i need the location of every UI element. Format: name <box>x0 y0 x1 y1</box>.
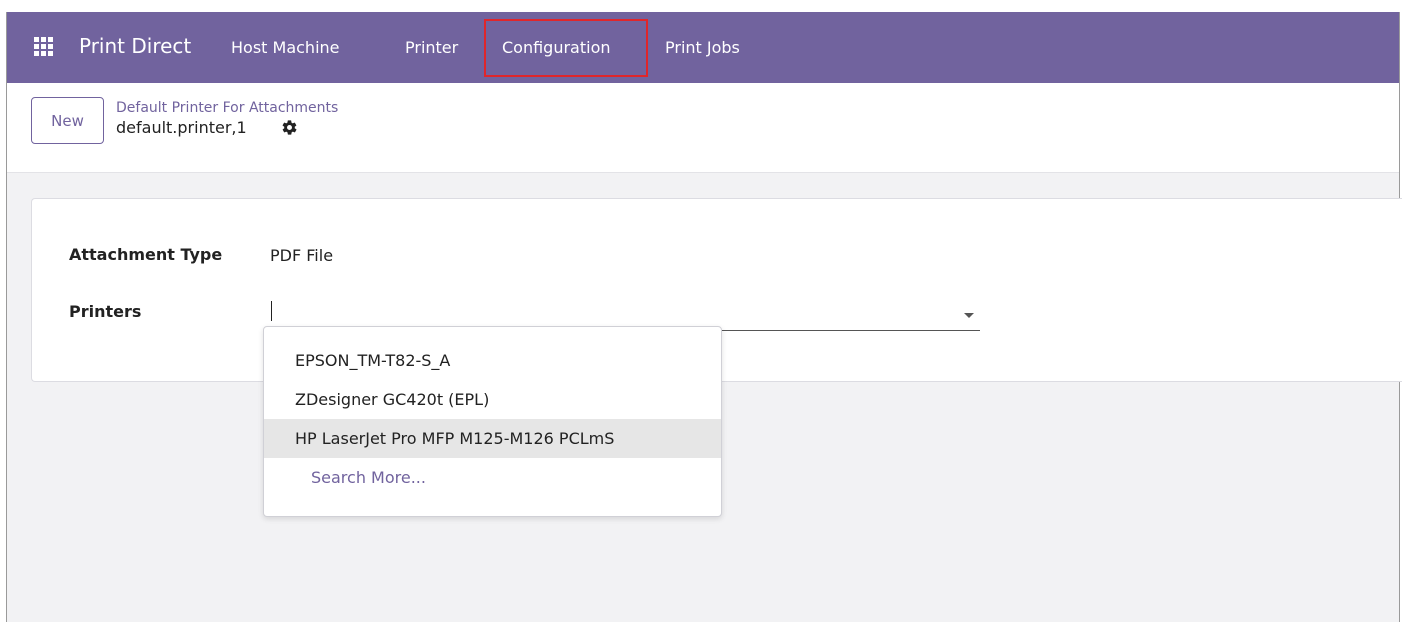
printers-label: Printers <box>69 302 142 321</box>
menu-host-machine[interactable]: Host Machine <box>231 38 340 57</box>
control-panel: New Default Printer For Attachments defa… <box>7 83 1399 173</box>
printers-autocomplete-dropdown: EPSON_TM-T82-S_A ZDesigner GC420t (EPL) … <box>263 326 722 517</box>
top-navbar: Print Direct Host Machine Printer Config… <box>7 12 1399 83</box>
new-button[interactable]: New <box>31 97 104 144</box>
dropdown-toggle-icon[interactable] <box>964 313 974 318</box>
dropdown-option[interactable]: ZDesigner GC420t (EPL) <box>264 380 721 419</box>
search-more-link[interactable]: Search More... <box>264 458 721 497</box>
dropdown-option-highlighted[interactable]: HP LaserJet Pro MFP M125-M126 PCLmS <box>264 419 721 458</box>
attachment-type-value[interactable]: PDF File <box>270 246 333 265</box>
record-name: default.printer,1 <box>116 118 247 137</box>
app-grid-icon[interactable] <box>34 37 54 57</box>
gear-icon[interactable] <box>281 119 298 136</box>
app-title[interactable]: Print Direct <box>79 34 191 58</box>
breadcrumb-parent-link[interactable]: Default Printer For Attachments <box>116 100 338 116</box>
app-window: Print Direct Host Machine Printer Config… <box>6 12 1402 622</box>
dropdown-option[interactable]: EPSON_TM-T82-S_A <box>264 341 721 380</box>
menu-printer[interactable]: Printer <box>405 38 458 57</box>
menu-print-jobs[interactable]: Print Jobs <box>665 38 740 57</box>
configuration-highlight-box <box>484 19 648 77</box>
text-cursor <box>271 301 272 321</box>
attachment-type-label: Attachment Type <box>69 245 223 264</box>
